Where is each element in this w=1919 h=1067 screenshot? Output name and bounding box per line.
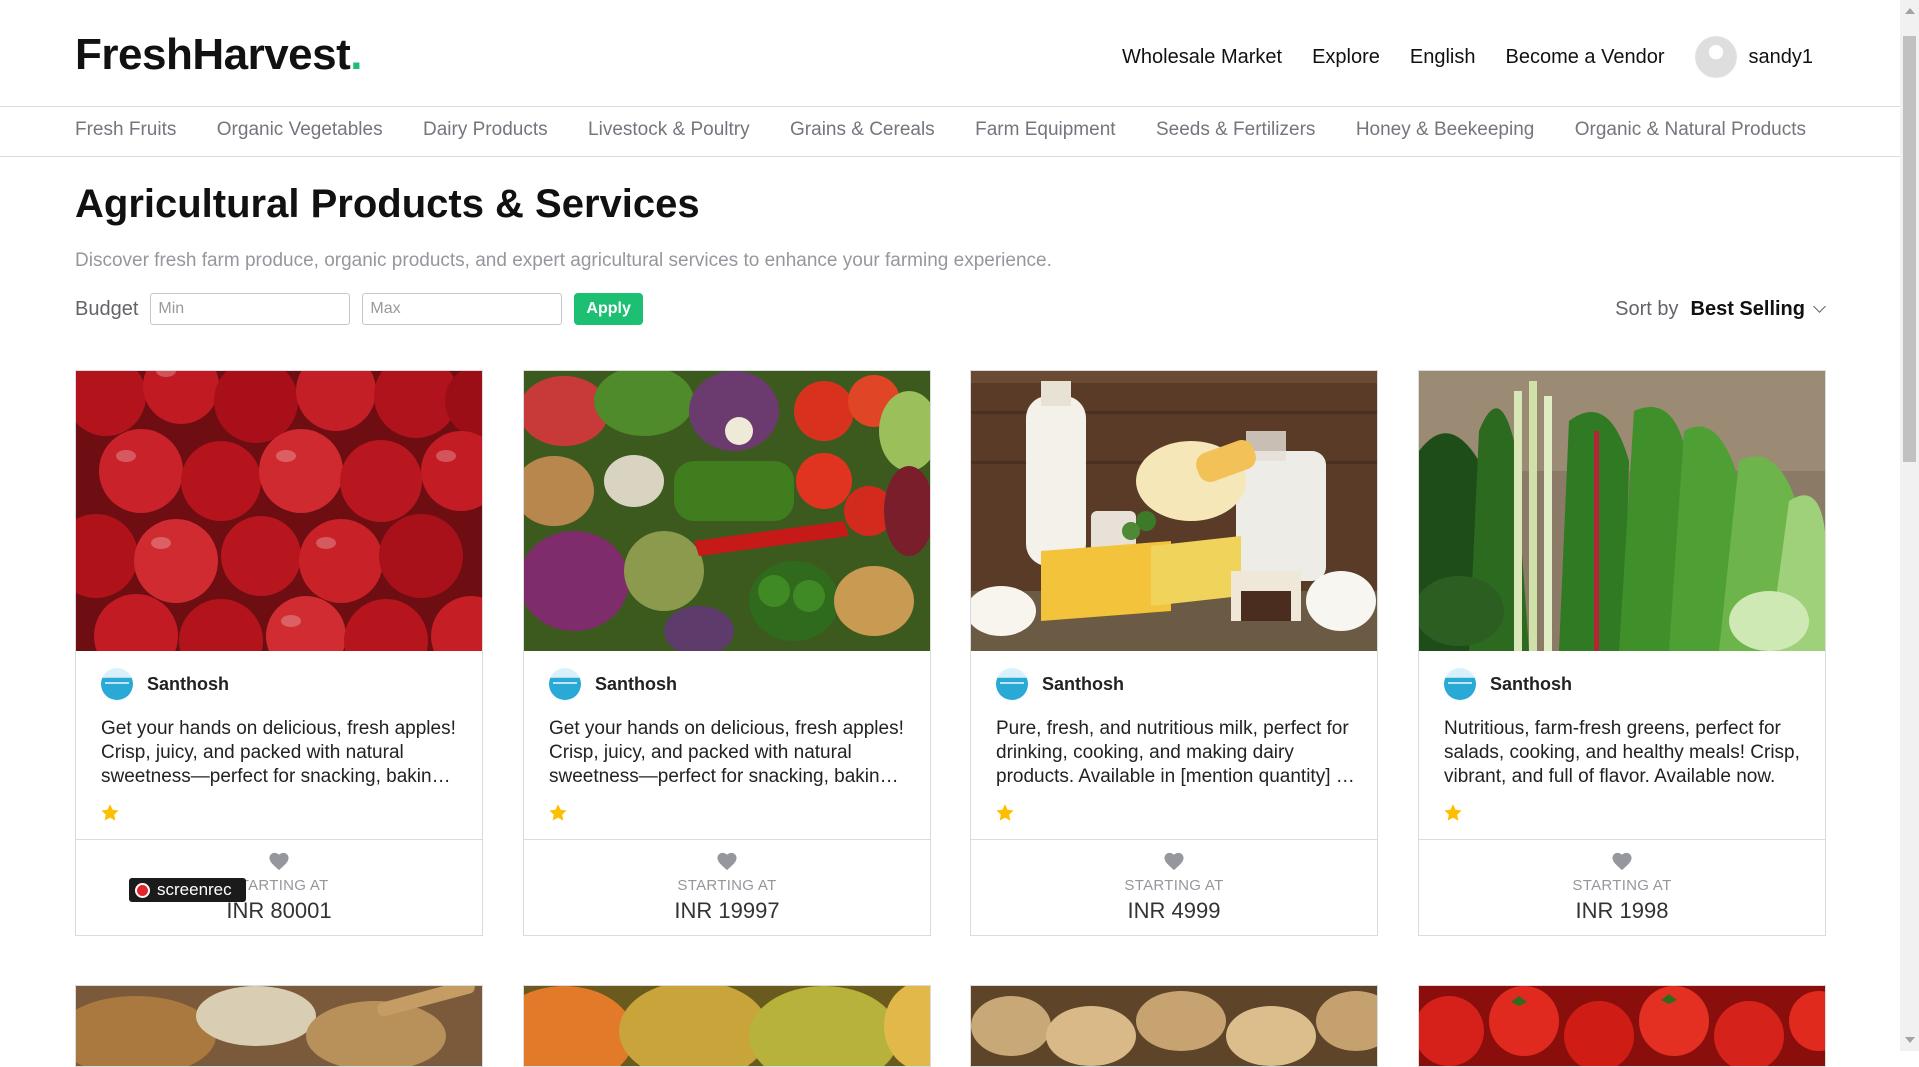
category-grains-cereals[interactable]: Grains & Cereals [790, 119, 935, 141]
seller-info[interactable]: Santhosh [101, 668, 229, 700]
category-livestock-poultry[interactable]: Livestock & Poultry [588, 119, 750, 141]
heart-icon[interactable] [268, 851, 290, 871]
budget-label: Budget [75, 297, 139, 320]
seller-avatar[interactable] [549, 668, 581, 700]
product-image-apples[interactable] [76, 371, 482, 651]
product-card[interactable] [970, 985, 1378, 1067]
scroll-up-icon[interactable] [1905, 8, 1915, 14]
username[interactable]: sandy1 [1749, 46, 1814, 69]
product-price: INR 4999 [1127, 898, 1221, 923]
heart-icon[interactable] [1163, 851, 1185, 871]
product-description[interactable]: Pure, fresh, and nutritious milk, perfec… [996, 717, 1356, 789]
product-card[interactable]: Santhosh Pure, fresh, and nutritious mil… [970, 370, 1378, 936]
sort-dropdown[interactable]: Sort by Best Selling [1615, 298, 1826, 321]
nav-link-explore[interactable]: Explore [1312, 46, 1380, 69]
site-header: FreshHarvest. Wholesale Market Explore E… [0, 0, 1900, 107]
seller-info[interactable]: Santhosh [1444, 668, 1572, 700]
screen-recorder-label: screenrec [157, 880, 232, 899]
avatar[interactable] [1694, 36, 1737, 78]
seller-avatar[interactable] [101, 668, 133, 700]
page-title: Agricultural Products & Services [75, 182, 700, 226]
budget-max-input[interactable] [362, 293, 563, 325]
category-seeds-fertilizers[interactable]: Seeds & Fertilizers [1156, 119, 1315, 141]
product-price: INR 19997 [674, 898, 780, 923]
card-divider [1419, 839, 1825, 840]
product-image-greens[interactable] [1419, 371, 1825, 651]
vertical-scrollbar[interactable] [1900, 0, 1919, 1051]
scrollbar-thumb[interactable] [1903, 36, 1916, 462]
product-description[interactable]: Nutritious, farm-fresh greens, perfect f… [1444, 717, 1804, 789]
category-organic-vegetables[interactable]: Organic Vegetables [217, 119, 383, 141]
budget-filter: Budget Apply [75, 293, 643, 325]
starting-at-label: STARTING AT [1572, 877, 1672, 894]
seller-name[interactable]: Santhosh [147, 674, 229, 695]
seller-info[interactable]: Santhosh [996, 668, 1124, 700]
sort-label: Sort by [1615, 298, 1679, 320]
seller-name[interactable]: Santhosh [595, 674, 677, 695]
screen-recorder-badge[interactable]: screenrec [129, 878, 246, 902]
starting-at-label: STARTING AT [1124, 877, 1224, 894]
category-farm-equipment[interactable]: Farm Equipment [975, 119, 1115, 141]
seller-info[interactable]: Santhosh [549, 668, 677, 700]
brand-dot: . [350, 30, 362, 79]
card-divider [524, 839, 930, 840]
product-card[interactable]: Santhosh Get your hands on delicious, fr… [523, 370, 931, 936]
nav-link-become-vendor[interactable]: Become a Vendor [1506, 46, 1665, 69]
product-card[interactable] [75, 985, 483, 1067]
category-honey-beekeeping[interactable]: Honey & Beekeeping [1356, 119, 1535, 141]
starting-at-label: STARTING AT [677, 877, 777, 894]
star-icon [1444, 804, 1462, 821]
budget-min-input[interactable] [150, 293, 351, 325]
heart-icon[interactable] [1611, 851, 1633, 871]
star-icon [549, 804, 567, 821]
product-image-dairy[interactable] [971, 371, 1377, 651]
category-fresh-fruits[interactable]: Fresh Fruits [75, 119, 176, 141]
product-price: INR 1998 [1575, 898, 1669, 923]
seller-name[interactable]: Santhosh [1042, 674, 1124, 695]
brand-logo[interactable]: FreshHarvest. [75, 30, 362, 80]
category-bar: Fresh Fruits Organic Vegetables Dairy Pr… [0, 107, 1900, 157]
seller-avatar[interactable] [996, 668, 1028, 700]
product-image-tomatoes[interactable] [1419, 986, 1825, 1066]
user-menu[interactable]: sandy1 [1694, 36, 1814, 78]
card-divider [76, 839, 482, 840]
brand-name: FreshHarvest [75, 30, 351, 79]
heart-icon[interactable] [716, 851, 738, 871]
sort-value[interactable]: Best Selling [1691, 298, 1805, 321]
star-icon [101, 804, 119, 821]
category-dairy-products[interactable]: Dairy Products [423, 119, 548, 141]
card-divider [971, 839, 1377, 840]
top-navigation: Wholesale Market Explore English Become … [1092, 36, 1813, 78]
product-card[interactable] [1418, 985, 1826, 1067]
apply-button[interactable]: Apply [574, 293, 643, 325]
record-icon [135, 882, 150, 898]
star-icon [996, 804, 1014, 821]
nav-link-wholesale-market[interactable]: Wholesale Market [1122, 46, 1282, 69]
category-organic-natural[interactable]: Organic & Natural Products [1575, 119, 1806, 141]
product-image-potatoes[interactable] [971, 986, 1377, 1066]
scroll-down-icon[interactable] [1905, 1037, 1915, 1043]
product-card[interactable]: Santhosh Get your hands on delicious, fr… [75, 370, 483, 936]
seller-name[interactable]: Santhosh [1490, 674, 1572, 695]
nav-link-language[interactable]: English [1410, 46, 1476, 69]
product-card[interactable] [523, 985, 931, 1067]
seller-avatar[interactable] [1444, 668, 1476, 700]
product-image-mangoes[interactable] [524, 986, 930, 1066]
product-image-vegetables[interactable] [524, 371, 930, 651]
product-description[interactable]: Get your hands on delicious, fresh apple… [549, 717, 909, 789]
chevron-down-icon[interactable] [1813, 300, 1826, 313]
product-description[interactable]: Get your hands on delicious, fresh apple… [101, 717, 461, 789]
product-image-grains[interactable] [76, 986, 482, 1066]
product-card[interactable]: Santhosh Nutritious, farm-fresh greens, … [1418, 370, 1826, 936]
page-subtitle: Discover fresh farm produce, organic pro… [75, 250, 1052, 271]
